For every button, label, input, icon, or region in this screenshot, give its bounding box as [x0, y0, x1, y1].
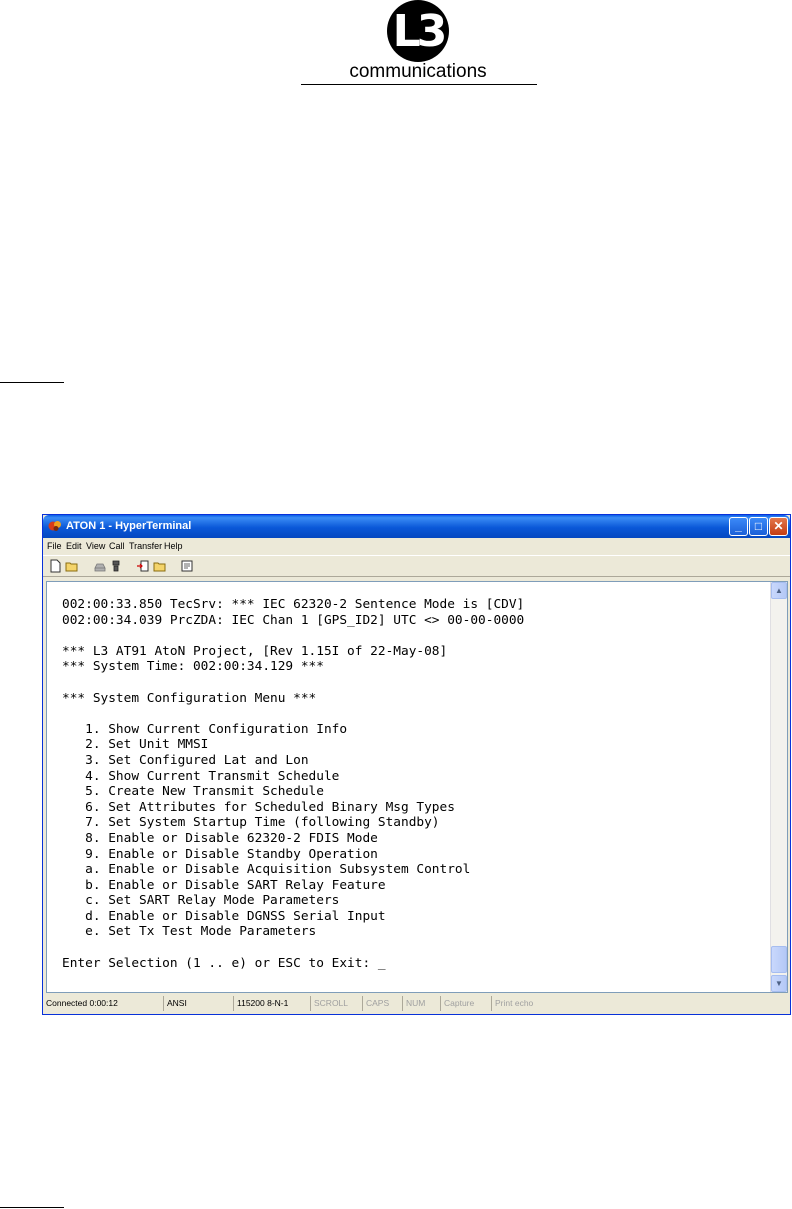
minimize-button[interactable]: _	[729, 517, 748, 536]
status-settings: 115200 8-N-1	[233, 996, 310, 1011]
logo-text: communications	[349, 61, 487, 82]
terminal-line: 8. Enable or Disable 62320-2 FDIS Mode	[62, 830, 378, 846]
status-capture: Capture	[440, 996, 491, 1011]
scroll-down-button[interactable]: ▼	[771, 975, 787, 992]
menu-file[interactable]: File	[47, 541, 62, 551]
properties-icon[interactable]	[180, 559, 194, 573]
terminal-area[interactable]: 002:00:33.850 TecSrv: *** IEC 62320-2 Se…	[46, 581, 788, 993]
status-connected: Connected 0:00:12	[46, 998, 118, 1008]
terminal-line: c. Set SART Relay Mode Parameters	[62, 893, 340, 909]
menu-help[interactable]: Help	[164, 541, 183, 551]
status-caps: CAPS	[362, 996, 402, 1011]
terminal-line: Enter Selection (1 .. e) or ESC to Exit:…	[62, 955, 386, 971]
terminal-line: 002:00:34.039 PrcZDA: IEC Chan 1 [GPS_ID…	[62, 612, 525, 628]
terminal-line: b. Enable or Disable SART Relay Feature	[62, 877, 386, 893]
section-underline	[0, 1207, 64, 1208]
menu-bar: File Edit View Call Transfer Help	[43, 538, 790, 554]
status-print-echo: Print echo	[491, 996, 561, 1011]
hyperterminal-window: ATON 1 - HyperTerminal _ □ ✕ File Edit V…	[42, 514, 791, 1015]
logo-rule	[301, 84, 537, 85]
terminal-line: 7. Set System Startup Time (following St…	[62, 815, 440, 831]
terminal-line: *** System Time: 002:00:34.129 ***	[62, 659, 324, 675]
logo-mark: L3	[392, 6, 448, 57]
vertical-scrollbar[interactable]: ▲ ▼	[770, 582, 787, 992]
section-underline	[0, 382, 64, 383]
terminal-line: *** L3 AT91 AtoN Project, [Rev 1.15I of …	[62, 643, 448, 659]
terminal-output[interactable]: 002:00:33.850 TecSrv: *** IEC 62320-2 Se…	[62, 597, 767, 971]
maximize-button[interactable]: □	[749, 517, 768, 536]
terminal-line: d. Enable or Disable DGNSS Serial Input	[62, 908, 386, 924]
open-folder-icon[interactable]	[65, 559, 79, 573]
toolbar	[43, 555, 790, 577]
terminal-line: 1. Show Current Configuration Info	[62, 721, 348, 737]
disconnect-icon[interactable]	[109, 559, 123, 573]
new-document-icon[interactable]	[48, 559, 62, 573]
chevron-up-icon: ▲	[775, 586, 783, 595]
terminal-line: *** System Configuration Menu ***	[62, 690, 317, 706]
terminal-line: 5. Create New Transmit Schedule	[62, 784, 324, 800]
terminal-line: 3. Set Configured Lat and Lon	[62, 752, 309, 768]
window-title: ATON 1 - HyperTerminal	[66, 520, 192, 532]
scroll-up-button[interactable]: ▲	[771, 582, 787, 599]
terminal-line: 9. Enable or Disable Standby Operation	[62, 846, 378, 862]
terminal-line: 4. Show Current Transmit Schedule	[62, 768, 340, 784]
menu-transfer[interactable]: Transfer	[129, 541, 162, 551]
status-bar: Connected 0:00:12 ANSI 115200 8-N-1 SCRO…	[43, 994, 790, 1014]
status-emulation: ANSI	[163, 996, 233, 1011]
close-button[interactable]: ✕	[769, 517, 788, 536]
terminal-line: 002:00:33.850 TecSrv: *** IEC 62320-2 Se…	[62, 597, 525, 612]
maximize-icon: □	[754, 519, 763, 533]
terminal-line: 2. Set Unit MMSI	[62, 737, 209, 753]
menu-edit[interactable]: Edit	[66, 541, 82, 551]
terminal-line: a. Enable or Disable Acquisition Subsyst…	[62, 862, 471, 878]
l3-communications-logo: L3 communications	[296, 0, 540, 86]
call-phone-icon[interactable]	[93, 559, 107, 573]
hyperterminal-app-icon[interactable]	[48, 519, 62, 533]
title-bar[interactable]: ATON 1 - HyperTerminal _ □ ✕	[43, 515, 790, 538]
scroll-thumb[interactable]	[771, 946, 787, 973]
minimize-icon: _	[735, 519, 742, 533]
status-num: NUM	[402, 996, 440, 1011]
receive-icon[interactable]	[153, 559, 167, 573]
status-scroll: SCROLL	[310, 996, 362, 1011]
terminal-line: e. Set Tx Test Mode Parameters	[62, 924, 317, 940]
chevron-down-icon: ▼	[775, 979, 783, 988]
send-icon[interactable]	[136, 559, 150, 573]
menu-call[interactable]: Call	[109, 541, 125, 551]
terminal-line: 6. Set Attributes for Scheduled Binary M…	[62, 799, 455, 815]
close-icon: ✕	[773, 519, 784, 533]
menu-view[interactable]: View	[86, 541, 105, 551]
